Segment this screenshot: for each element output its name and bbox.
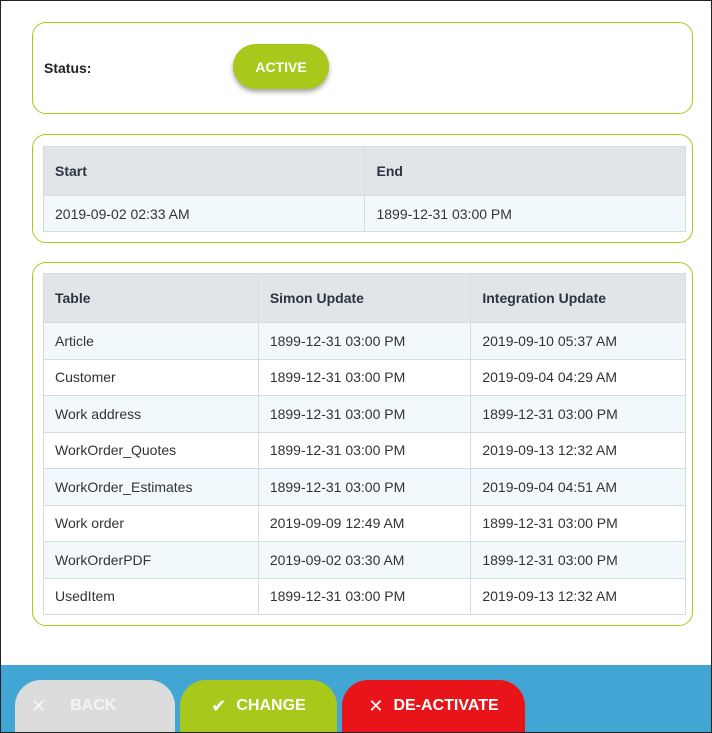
column-header-integration-update: Integration Update: [470, 273, 686, 323]
table-name-cell: Article: [43, 322, 259, 360]
close-icon: ✕: [31, 696, 47, 716]
start-time-cell: 2019-09-02 02:33 AM: [42, 195, 366, 232]
integration-update-cell: 1899-12-31 03:00 PM: [470, 504, 686, 542]
table-name-cell: WorkOrder_Quotes: [43, 431, 259, 469]
simon-update-cell: 2019-09-02 03:30 AM: [257, 541, 472, 579]
table-row: Work address 1899-12-31 03:00 PM 1899-12…: [43, 395, 686, 433]
simon-update-cell: 1899-12-31 03:00 PM: [257, 358, 472, 396]
table-name-cell: WorkOrderPDF: [43, 541, 259, 579]
simon-update-cell: 1899-12-31 03:00 PM: [257, 431, 472, 469]
table-updates-table: Table Simon Update Integration Update Ar…: [43, 273, 686, 615]
integration-update-cell: 2019-09-04 04:51 AM: [470, 468, 686, 506]
status-panel: Status: ACTIVE: [32, 22, 693, 114]
table-row: 2019-09-02 02:33 AM 1899-12-31 03:00 PM: [42, 195, 686, 232]
table-row: Article 1899-12-31 03:00 PM 2019-09-10 0…: [43, 322, 686, 360]
table-name-cell: Work order: [43, 504, 259, 542]
status-badge: ACTIVE: [233, 44, 329, 89]
change-button[interactable]: ✔ CHANGE: [180, 680, 337, 732]
status-label: Status:: [44, 60, 92, 76]
integration-update-cell: 1899-12-31 03:00 PM: [470, 395, 686, 433]
integration-update-cell: 2019-09-10 05:37 AM: [470, 322, 686, 360]
simon-update-cell: 1899-12-31 03:00 PM: [257, 468, 472, 506]
table-name-cell: Work address: [43, 395, 259, 433]
simon-update-cell: 2019-09-09 12:49 AM: [257, 504, 472, 542]
footer-toolbar: ✕ BACK ✔ CHANGE ✕ DE-ACTIVATE: [1, 665, 711, 732]
end-time-cell: 1899-12-31 03:00 PM: [364, 195, 686, 232]
table-row: Work order 2019-09-09 12:49 AM 1899-12-3…: [43, 504, 686, 542]
app-frame: Status: ACTIVE Start End 2019-09-02 02:3…: [0, 0, 712, 733]
deactivate-button[interactable]: ✕ DE-ACTIVATE: [342, 680, 525, 732]
table-row: Customer 1899-12-31 03:00 PM 2019-09-04 …: [43, 358, 686, 396]
back-button-label: BACK: [70, 697, 117, 714]
simon-update-cell: 1899-12-31 03:00 PM: [257, 322, 472, 360]
table-name-cell: Customer: [43, 358, 259, 396]
column-header-end: End: [364, 146, 686, 196]
simon-update-cell: 1899-12-31 03:00 PM: [257, 577, 472, 615]
back-button[interactable]: ✕ BACK: [15, 680, 175, 732]
integration-update-cell: 2019-09-13 12:32 AM: [470, 431, 686, 469]
time-range-table: Start End 2019-09-02 02:33 AM 1899-12-31…: [42, 146, 686, 232]
table-header-row: Start End: [42, 146, 686, 196]
integration-update-cell: 1899-12-31 03:00 PM: [470, 541, 686, 579]
check-icon: ✔: [211, 696, 227, 716]
column-header-start: Start: [42, 146, 366, 196]
time-range-panel: Start End 2019-09-02 02:33 AM 1899-12-31…: [32, 134, 693, 243]
table-row: WorkOrder_Estimates 1899-12-31 03:00 PM …: [43, 468, 686, 506]
table-name-cell: WorkOrder_Estimates: [43, 468, 259, 506]
table-updates-panel: Table Simon Update Integration Update Ar…: [32, 262, 693, 626]
close-icon: ✕: [368, 696, 384, 716]
integration-update-cell: 2019-09-13 12:32 AM: [470, 577, 686, 615]
change-button-label: CHANGE: [236, 697, 306, 714]
simon-update-cell: 1899-12-31 03:00 PM: [257, 395, 472, 433]
table-name-cell: UsedItem: [43, 577, 259, 615]
table-row: UsedItem 1899-12-31 03:00 PM 2019-09-13 …: [43, 577, 686, 615]
table-row: WorkOrder_Quotes 1899-12-31 03:00 PM 201…: [43, 431, 686, 469]
column-header-table: Table: [43, 273, 259, 323]
integration-update-cell: 2019-09-04 04:29 AM: [470, 358, 686, 396]
column-header-simon-update: Simon Update: [257, 273, 472, 323]
deactivate-button-label: DE-ACTIVATE: [393, 697, 499, 714]
table-row: WorkOrderPDF 2019-09-02 03:30 AM 1899-12…: [43, 541, 686, 579]
table-header-row: Table Simon Update Integration Update: [43, 273, 686, 323]
